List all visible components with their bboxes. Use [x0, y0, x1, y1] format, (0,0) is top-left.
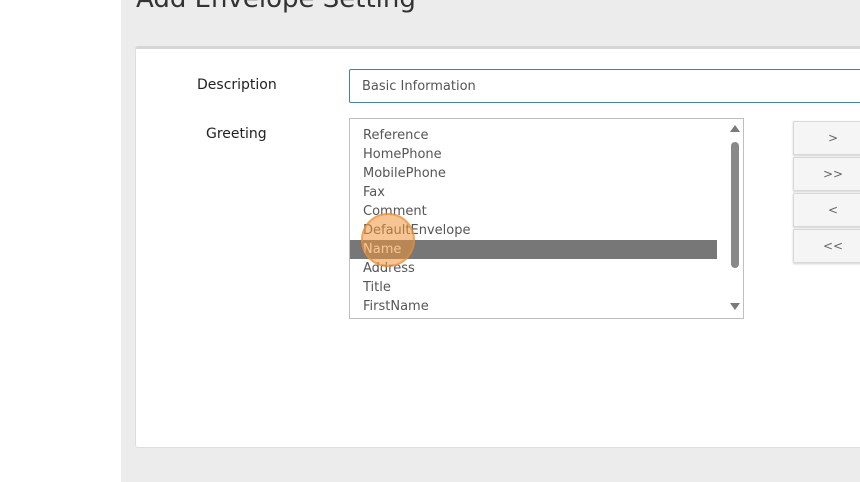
- list-item-comment[interactable]: Comment: [350, 202, 717, 221]
- page: Add Envelope Setting Description Greetin…: [0, 0, 860, 482]
- list-item-defaultenvelope[interactable]: DefaultEnvelope: [350, 221, 717, 240]
- scroll-thumb[interactable]: [731, 142, 739, 268]
- list-item-firstname[interactable]: FirstName: [350, 297, 717, 316]
- greeting-list: Reference HomePhone MobilePhone Fax Comm…: [350, 126, 717, 316]
- list-item-homephone[interactable]: HomePhone: [350, 145, 717, 164]
- add-selected-button[interactable]: >: [793, 121, 860, 155]
- list-item-mobilephone[interactable]: MobilePhone: [350, 164, 717, 183]
- listbox-scrollbar[interactable]: [727, 119, 743, 318]
- description-input[interactable]: [349, 69, 860, 103]
- scroll-up-arrow-icon[interactable]: [730, 125, 740, 132]
- list-item-fax[interactable]: Fax: [350, 183, 717, 202]
- list-item-address[interactable]: Address: [350, 259, 717, 278]
- page-title: Add Envelope Setting: [136, 0, 416, 14]
- description-label: Description: [197, 77, 277, 93]
- scroll-down-arrow-icon[interactable]: [730, 303, 740, 310]
- list-item-title[interactable]: Title: [350, 278, 717, 297]
- remove-all-button[interactable]: <<: [793, 229, 860, 263]
- greeting-label: Greeting: [206, 126, 267, 142]
- add-all-button[interactable]: >>: [793, 157, 860, 191]
- remove-selected-button[interactable]: <: [793, 193, 860, 227]
- list-item-reference[interactable]: Reference: [350, 126, 717, 145]
- list-item-name-selected[interactable]: Name: [350, 240, 717, 259]
- greeting-listbox[interactable]: Reference HomePhone MobilePhone Fax Comm…: [349, 118, 744, 319]
